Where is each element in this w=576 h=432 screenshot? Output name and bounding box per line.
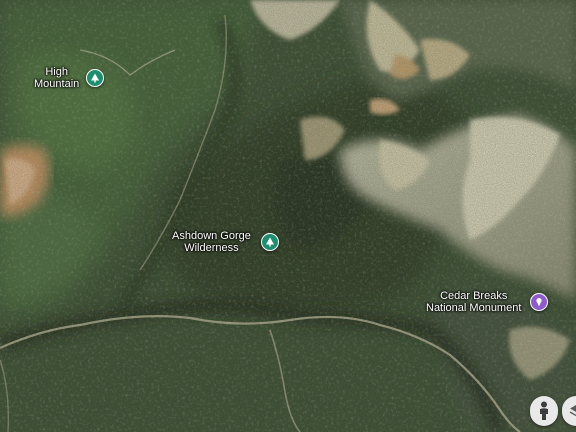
landmark-pin-icon bbox=[536, 298, 542, 307]
place-marker-ashdown-gorge-wilderness[interactable]: Ashdown Gorge Wilderness bbox=[172, 230, 279, 254]
place-name-line: Wilderness bbox=[184, 242, 239, 254]
place-marker-high-mountain[interactable]: High Mountain bbox=[34, 66, 105, 90]
satellite-terrain bbox=[0, 0, 576, 432]
place-name-line: National Monument bbox=[426, 302, 522, 314]
park-pin[interactable] bbox=[260, 233, 279, 251]
place-name-line: High bbox=[45, 66, 68, 78]
place-name-line: Cedar Breaks bbox=[440, 290, 508, 302]
tree-icon bbox=[265, 237, 274, 247]
street-view-button[interactable] bbox=[530, 396, 558, 426]
place-name-line: Mountain bbox=[34, 78, 80, 90]
place-label-high-mountain: High Mountain bbox=[34, 66, 79, 90]
place-name-line: Ashdown Gorge bbox=[172, 230, 251, 242]
park-pin[interactable] bbox=[86, 69, 105, 87]
place-label-ashdown-gorge: Ashdown Gorge Wilderness bbox=[172, 230, 251, 254]
place-label-cedar-breaks: Cedar Breaks National Monument bbox=[426, 290, 521, 314]
place-marker-cedar-breaks[interactable]: Cedar Breaks National Monument bbox=[426, 290, 549, 314]
tree-icon bbox=[91, 73, 100, 83]
satellite-map[interactable]: High Mountain Ashdown Gorge Wilderness C… bbox=[0, 0, 576, 432]
landmark-pin[interactable] bbox=[530, 293, 549, 311]
pegman-icon bbox=[540, 401, 548, 420]
layers-icon bbox=[569, 405, 576, 417]
